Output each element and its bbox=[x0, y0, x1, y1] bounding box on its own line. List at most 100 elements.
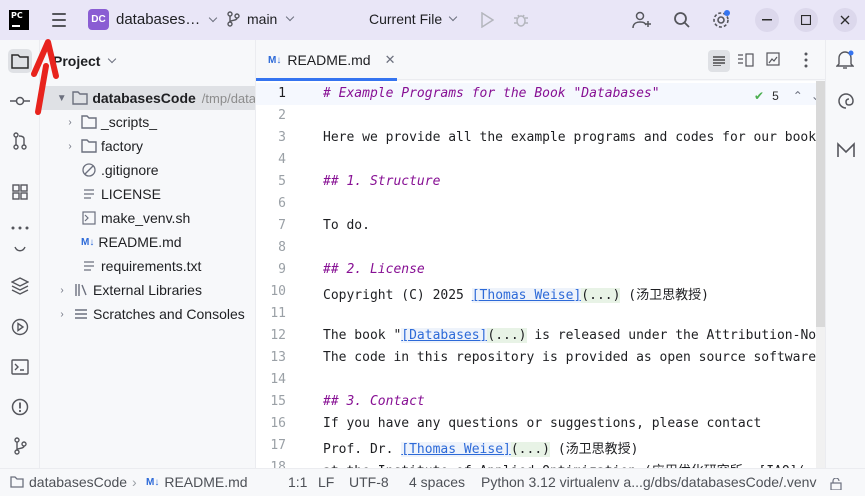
editor-tab-bar: M↓ README.md ✕ bbox=[256, 40, 825, 81]
line-separator[interactable]: LF bbox=[318, 474, 334, 490]
tab-label: README.md bbox=[287, 52, 371, 68]
run-configuration-label: Current File bbox=[369, 11, 443, 27]
notifications-bell-icon[interactable] bbox=[835, 50, 855, 73]
markdown-link[interactable]: [Databases] bbox=[401, 328, 488, 343]
line-number: 4 bbox=[278, 152, 286, 167]
chevron-down-icon bbox=[286, 12, 295, 22]
text-file-icon bbox=[81, 186, 97, 202]
debug-bug-icon[interactable] bbox=[511, 10, 531, 30]
problems-icon[interactable] bbox=[8, 395, 32, 419]
tree-item-make-venv[interactable]: make_venv.sh bbox=[41, 206, 255, 230]
library-icon bbox=[73, 282, 89, 298]
branch-name: main bbox=[247, 11, 278, 27]
caret-position[interactable]: 1:1 bbox=[288, 474, 307, 490]
main-menu-hamburger-icon[interactable] bbox=[47, 9, 71, 31]
project-name: databases… bbox=[116, 11, 201, 28]
code-editor[interactable]: 1 2 3 4 5 6 7 8 9 10 11 12 13 14 15 16 1… bbox=[256, 81, 825, 468]
minimize-button[interactable] bbox=[755, 8, 779, 32]
code-line: If you have any questions or suggestions… bbox=[323, 416, 762, 431]
line-number: 11 bbox=[270, 306, 286, 321]
breadcrumb-project[interactable]: databasesCode bbox=[10, 474, 127, 490]
markdown-file-icon: M↓ bbox=[81, 236, 95, 248]
ignore-file-icon bbox=[81, 162, 97, 178]
line-number: 18 bbox=[270, 460, 286, 468]
tree-item-label: make_venv.sh bbox=[101, 210, 191, 226]
chevron-right-icon: › bbox=[68, 116, 72, 128]
file-encoding[interactable]: UTF-8 bbox=[349, 474, 389, 490]
markdown-link[interactable]: [Thomas Weise] bbox=[471, 288, 582, 303]
folder-icon bbox=[81, 138, 97, 154]
tab-readme[interactable]: M↓ README.md ✕ bbox=[256, 40, 397, 81]
structure-icon[interactable] bbox=[8, 180, 32, 204]
preview-only-icon[interactable] bbox=[766, 52, 780, 69]
more-tools-icon[interactable] bbox=[8, 216, 32, 240]
inspection-count: 5 bbox=[772, 89, 779, 103]
right-tool-window-strip bbox=[825, 40, 865, 468]
tree-item-scripts-folder[interactable]: › _scripts_ bbox=[41, 110, 255, 134]
tree-item-scratches[interactable]: › Scratches and Consoles bbox=[41, 302, 255, 326]
markdown-link[interactable]: [Thomas Weise] bbox=[401, 442, 511, 457]
line-number: 17 bbox=[270, 438, 286, 453]
line-number: 12 bbox=[270, 328, 286, 343]
code-line: Prof. Dr. [Thomas Weise](...) (汤卫思教授) bbox=[323, 438, 638, 457]
add-user-icon[interactable] bbox=[632, 10, 652, 30]
tree-item-factory-folder[interactable]: › factory bbox=[41, 134, 255, 158]
python-interpreter[interactable]: Python 3.12 virtualenv a...g/dbs/databas… bbox=[481, 474, 816, 490]
scratches-icon bbox=[73, 306, 89, 322]
ai-assistant-spiral-icon[interactable] bbox=[837, 92, 855, 113]
chevron-down-icon bbox=[448, 12, 458, 22]
vcs-branch-widget[interactable]: main bbox=[226, 11, 295, 27]
line-number-gutter: 1 2 3 4 5 6 7 8 9 10 11 12 13 14 15 16 1… bbox=[256, 81, 312, 468]
line-number: 10 bbox=[270, 284, 286, 299]
tree-item-requirements[interactable]: requirements.txt bbox=[41, 254, 255, 278]
split-view-icon[interactable] bbox=[738, 53, 754, 70]
python-packages-icon[interactable] bbox=[8, 274, 32, 298]
breadcrumb-separator: › bbox=[132, 474, 137, 490]
services-icon[interactable] bbox=[8, 315, 32, 339]
search-icon[interactable] bbox=[672, 10, 692, 30]
folder-icon bbox=[72, 90, 89, 106]
tree-item-readme[interactable]: M↓ README.md bbox=[41, 230, 255, 254]
breadcrumb-file[interactable]: M↓ README.md bbox=[146, 474, 248, 490]
code-text: (汤卫思教授) bbox=[620, 288, 709, 303]
tree-root-databasescode[interactable]: ▼ databasesCode /tmp/data bbox=[41, 86, 256, 110]
folded-url[interactable]: (...) bbox=[510, 442, 550, 457]
editor-only-view-icon[interactable] bbox=[708, 50, 730, 72]
line-number: 16 bbox=[270, 416, 286, 431]
tree-item-external-libraries[interactable]: › External Libraries bbox=[41, 278, 255, 302]
line-number: 2 bbox=[278, 108, 286, 123]
markdown-m-icon[interactable] bbox=[837, 142, 855, 161]
tree-item-license[interactable]: LICENSE bbox=[41, 182, 255, 206]
code-line: # Example Programs for the Book "Databas… bbox=[323, 86, 660, 101]
root-folder-path: /tmp/data bbox=[201, 90, 256, 106]
chevron-right-icon: › bbox=[60, 308, 64, 320]
indent-setting[interactable]: 4 spaces bbox=[409, 474, 465, 490]
check-icon: ✔ bbox=[754, 89, 765, 103]
lock-icon[interactable] bbox=[830, 478, 842, 490]
project-badge: DC bbox=[88, 9, 109, 30]
git-icon[interactable] bbox=[8, 434, 32, 458]
close-button[interactable] bbox=[833, 8, 857, 32]
tree-item-gitignore[interactable]: .gitignore bbox=[41, 158, 255, 182]
settings-gear-icon[interactable] bbox=[711, 10, 731, 30]
pull-requests-icon[interactable] bbox=[8, 129, 32, 153]
inspection-widget[interactable]: ✔ 5 ⌃ ⌄ bbox=[754, 89, 821, 103]
project-switcher[interactable]: DC databases… bbox=[88, 9, 218, 30]
folded-url[interactable]: (...) bbox=[487, 328, 527, 343]
more-actions-icon[interactable] bbox=[804, 52, 808, 71]
close-tab-icon[interactable]: ✕ bbox=[385, 52, 396, 68]
chevron-down-icon bbox=[208, 13, 218, 22]
scrollbar-thumb[interactable] bbox=[816, 81, 825, 327]
editor-vertical-scrollbar[interactable] bbox=[816, 81, 825, 468]
folded-url[interactable]: (...) bbox=[581, 288, 621, 303]
root-folder-name: databasesCode bbox=[92, 90, 196, 106]
chevron-up-icon[interactable]: ⌃ bbox=[793, 89, 803, 103]
status-bar: databasesCode › M↓ README.md 1:1 LF UTF-… bbox=[0, 468, 865, 496]
terminal-icon[interactable] bbox=[8, 355, 32, 379]
run-configuration-selector[interactable]: Current File bbox=[369, 11, 458, 27]
code-text: The book " bbox=[323, 328, 402, 343]
python-console-icon[interactable] bbox=[8, 238, 32, 262]
tree-item-label: LICENSE bbox=[101, 186, 161, 202]
run-play-icon[interactable] bbox=[477, 10, 497, 30]
maximize-button[interactable] bbox=[794, 8, 818, 32]
